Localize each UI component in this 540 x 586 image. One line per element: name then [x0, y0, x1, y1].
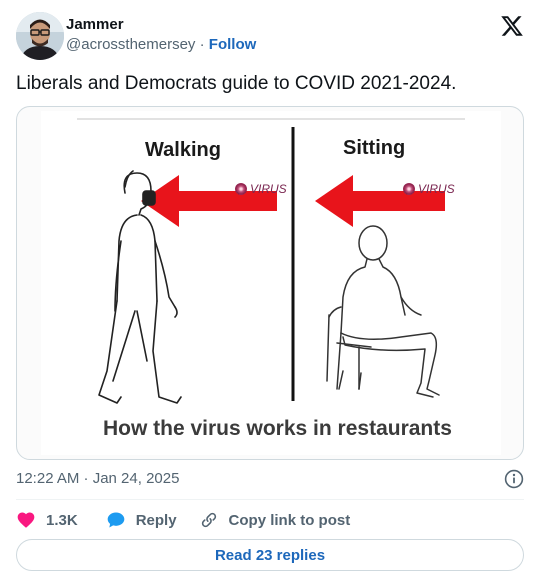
virus-label-right: VIRUS: [403, 182, 455, 196]
like-button[interactable]: 1.3K: [16, 510, 78, 530]
sitting-person-icon: [326, 225, 440, 398]
copy-link-label: Copy link to post: [228, 511, 351, 529]
meme-image: Walking Sitting VIRUS VIRUS How the viru…: [41, 111, 501, 455]
virus-icon: [235, 183, 247, 195]
speech-bubble-icon: [107, 512, 125, 528]
copy-link-button[interactable]: Copy link to post: [199, 510, 351, 530]
virus-icon: [403, 183, 415, 195]
avatar-image: [16, 12, 64, 60]
author-handle[interactable]: @acrossthemersey: [66, 36, 195, 53]
embedded-tweet: Jammer @acrossthemersey · Follow Liberal…: [0, 0, 540, 586]
like-count: 1.3K: [46, 511, 78, 529]
panel-title-sitting: Sitting: [343, 137, 406, 159]
separator-dot: ·: [199, 36, 205, 53]
heart-icon: [17, 512, 35, 528]
virus-text: VIRUS: [250, 182, 287, 196]
tweet-timestamp[interactable]: 12:22 AM · Jan 24, 2025: [16, 470, 179, 487]
author-handle-row: @acrossthemersey · Follow: [66, 36, 256, 53]
action-bar: 1.3K Reply Copy link to post: [16, 508, 350, 532]
meme-caption: How the virus works in restaurants: [103, 417, 452, 440]
divider: [16, 499, 524, 500]
read-replies-button[interactable]: Read 23 replies: [16, 539, 524, 571]
follow-link[interactable]: Follow: [209, 36, 257, 53]
tweet-text: Liberals and Democrats guide to COVID 20…: [16, 73, 457, 94]
info-icon[interactable]: [504, 469, 524, 489]
virus-label-left: VIRUS: [235, 182, 287, 196]
panel-title-walking: Walking: [145, 139, 221, 161]
link-icon: [201, 512, 216, 528]
tweet-media[interactable]: Walking Sitting VIRUS VIRUS How the viru…: [16, 106, 524, 460]
avatar[interactable]: [16, 12, 64, 60]
meme-illustration: [77, 118, 465, 404]
reply-label: Reply: [135, 511, 177, 529]
author-display-name[interactable]: Jammer: [66, 16, 124, 33]
x-logo-icon[interactable]: [500, 14, 524, 38]
reply-button[interactable]: Reply: [106, 510, 177, 530]
virus-text: VIRUS: [418, 182, 455, 196]
